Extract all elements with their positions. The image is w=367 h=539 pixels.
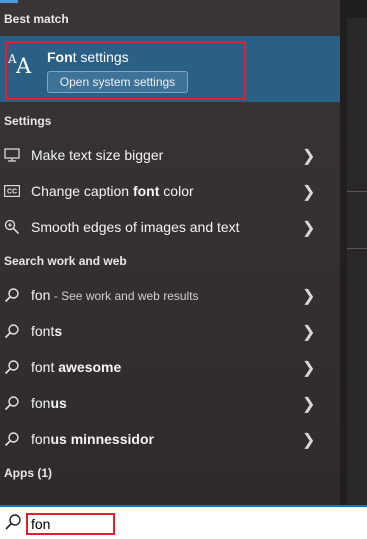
web-result-item[interactable]: fonus minnessidor ❯ <box>0 422 340 456</box>
settings-heading: Settings <box>4 114 52 128</box>
accent-indicator <box>0 0 18 3</box>
search-icon <box>3 431 21 447</box>
web-result-item[interactable]: font awesome ❯ <box>0 350 340 384</box>
search-icon <box>3 287 21 303</box>
chevron-right-icon[interactable]: ❯ <box>302 146 315 166</box>
web-result-item[interactable]: fon - See work and web results ❯ <box>0 278 340 312</box>
search-box-accent <box>0 505 367 507</box>
chevron-right-icon[interactable]: ❯ <box>302 218 315 238</box>
preview-divider <box>347 248 367 249</box>
chevron-right-icon[interactable]: ❯ <box>302 322 315 342</box>
svg-text:CC: CC <box>7 189 17 196</box>
side-preview-pane <box>347 18 367 505</box>
highlight-box-search <box>26 513 115 535</box>
settings-item-smooth-edges[interactable]: Smooth edges of images and text ❯ <box>0 210 340 244</box>
settings-item-caption-color[interactable]: CC Change caption font color ❯ <box>0 174 340 208</box>
search-icon <box>3 359 21 375</box>
preview-divider <box>347 191 367 192</box>
web-result-label: font awesome <box>31 359 122 375</box>
chevron-right-icon[interactable]: ❯ <box>302 394 315 414</box>
settings-item-label: Smooth edges of images and text <box>31 219 240 235</box>
highlight-box-best-match <box>5 41 246 100</box>
apps-heading: Apps (1) <box>4 466 52 480</box>
settings-item-label: Change caption font color <box>31 183 194 199</box>
chevron-right-icon[interactable]: ❯ <box>302 286 315 306</box>
settings-item-label: Make text size bigger <box>31 147 164 163</box>
web-result-label: fonus minnessidor <box>31 431 154 447</box>
monitor-icon <box>3 147 21 163</box>
chevron-right-icon[interactable]: ❯ <box>302 430 315 450</box>
search-icon <box>3 395 21 411</box>
zoom-icon <box>3 219 21 235</box>
web-search-heading: Search work and web <box>4 254 127 268</box>
web-result-item[interactable]: fonts ❯ <box>0 314 340 348</box>
chevron-right-icon[interactable]: ❯ <box>302 358 315 378</box>
web-result-label: fonts <box>31 323 63 339</box>
best-match-heading: Best match <box>4 12 69 26</box>
web-result-label: fonus <box>31 395 67 411</box>
search-icon <box>3 323 21 339</box>
settings-item-text-size[interactable]: Make text size bigger ❯ <box>0 138 340 172</box>
caption-cc-icon: CC <box>3 183 21 199</box>
web-result-item[interactable]: fonus ❯ <box>0 386 340 420</box>
chevron-right-icon[interactable]: ❯ <box>302 182 315 202</box>
search-icon <box>4 513 22 536</box>
web-result-label: fon - See work and web results <box>31 287 199 303</box>
